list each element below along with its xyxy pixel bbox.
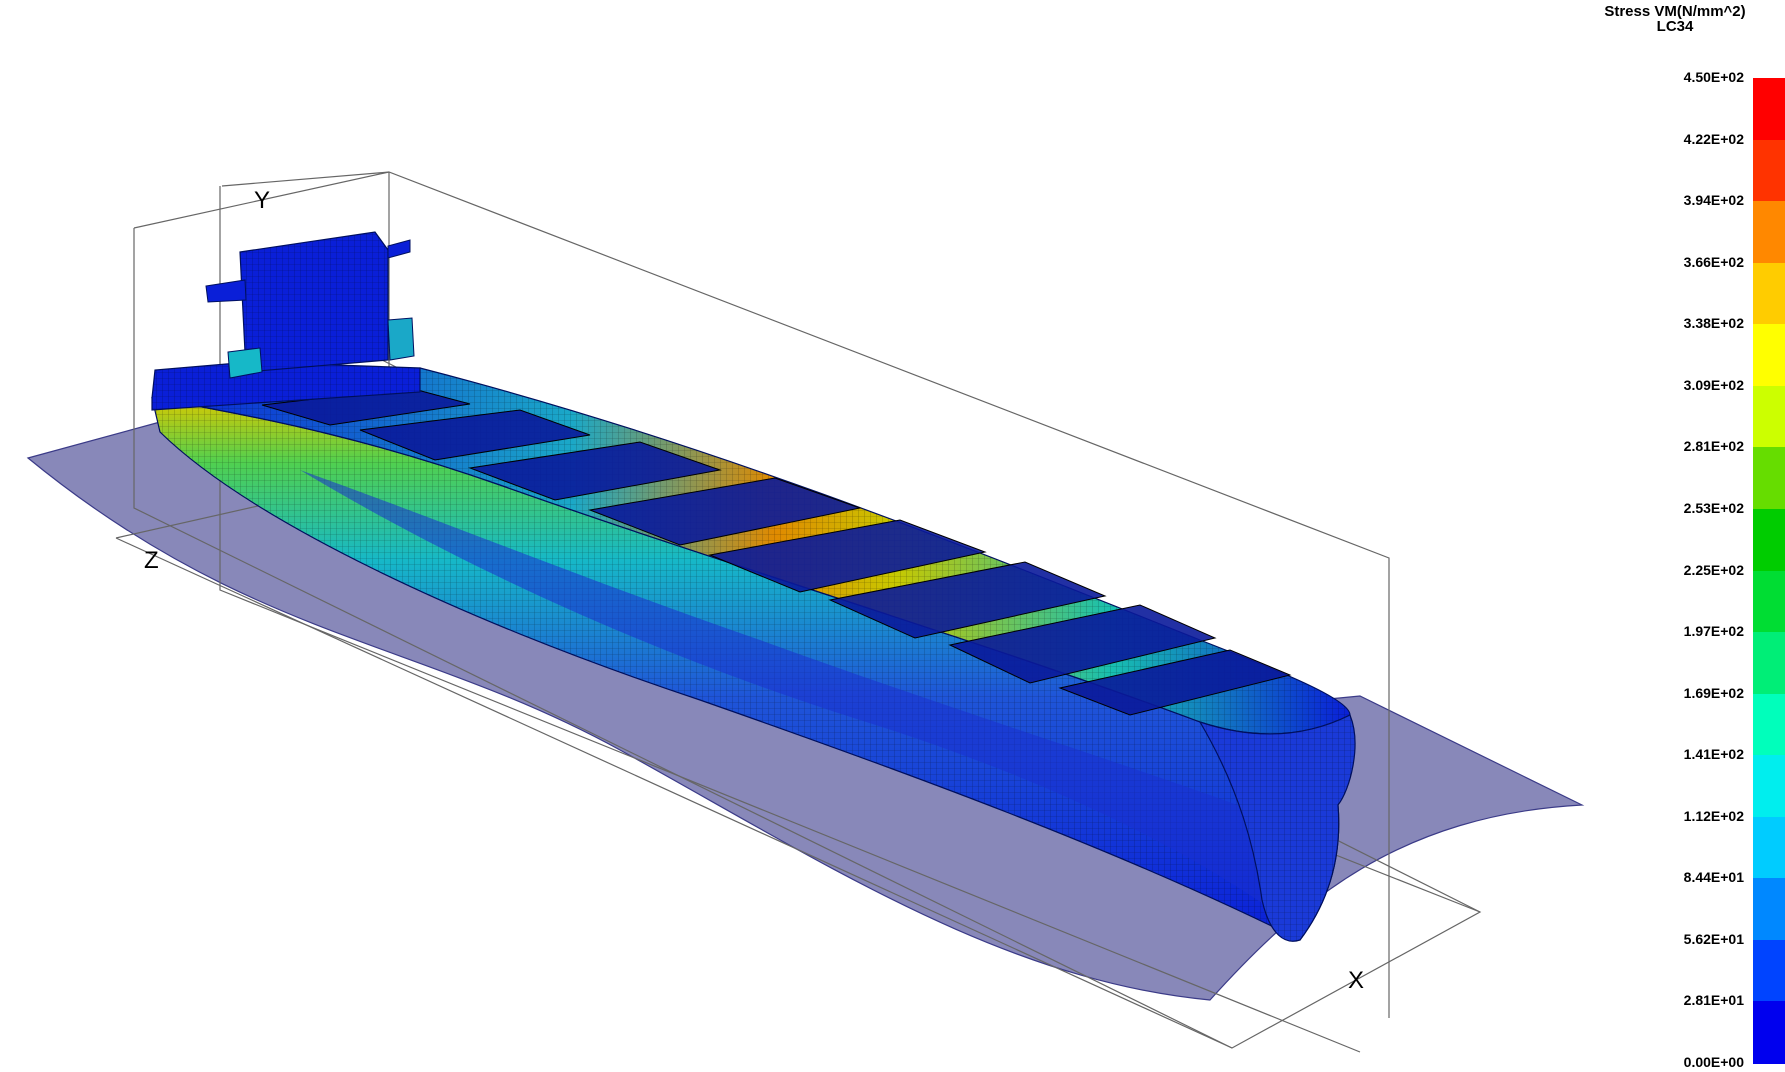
legend-quantity: Stress VM(N/mm^2) bbox=[1604, 3, 1746, 20]
color-band bbox=[1753, 939, 1785, 1002]
color-band bbox=[1753, 447, 1785, 510]
color-scale-tick-label: 2.53E+02 bbox=[1683, 499, 1744, 516]
color-band bbox=[1753, 385, 1785, 448]
color-scale-tick-label: 1.12E+02 bbox=[1683, 807, 1744, 824]
color-band bbox=[1753, 816, 1785, 879]
color-scale-tick-label: 5.62E+01 bbox=[1683, 930, 1744, 947]
color-band bbox=[1753, 78, 1785, 141]
color-scale-tick-label: 2.81E+02 bbox=[1683, 438, 1744, 455]
color-scale-tick-label: 1.69E+02 bbox=[1683, 684, 1744, 701]
color-scale-tick-label: 3.38E+02 bbox=[1683, 315, 1744, 332]
color-scale-tick-label: 4.50E+02 bbox=[1683, 69, 1744, 85]
color-scale-tick-label: 3.09E+02 bbox=[1683, 376, 1744, 393]
color-band bbox=[1753, 201, 1785, 264]
color-band bbox=[1753, 508, 1785, 571]
color-scale-tick-label: 1.97E+02 bbox=[1683, 623, 1744, 640]
color-band bbox=[1753, 693, 1785, 756]
axis-label-x: X bbox=[1348, 967, 1364, 994]
color-band bbox=[1753, 139, 1785, 202]
axis-label-z: Z bbox=[144, 547, 159, 574]
color-scale-tick-label: 1.41E+02 bbox=[1683, 746, 1744, 763]
color-band bbox=[1753, 324, 1785, 387]
color-scale-tick-label: 8.44E+01 bbox=[1683, 869, 1744, 886]
model-viewport[interactable]: Y Z X bbox=[0, 0, 1785, 1072]
color-scale-tick-label: 2.81E+01 bbox=[1683, 992, 1744, 1009]
axis-label-y: Y bbox=[254, 187, 270, 214]
color-scale-tick-label: 3.66E+02 bbox=[1683, 253, 1744, 270]
legend-title: Stress VM(N/mm^2) LC34 bbox=[1570, 4, 1780, 34]
color-band bbox=[1753, 570, 1785, 633]
superstructure bbox=[205, 231, 415, 379]
color-scale-bar bbox=[1753, 78, 1785, 1064]
color-band bbox=[1753, 262, 1785, 325]
color-scale-tick-label: 0.00E+00 bbox=[1683, 1054, 1744, 1070]
color-scale-tick-label: 4.22E+02 bbox=[1683, 130, 1744, 147]
color-scale-tick-label: 3.94E+02 bbox=[1683, 192, 1744, 209]
legend-load-case: LC34 bbox=[1656, 18, 1694, 35]
color-scale-tick-label: 2.25E+02 bbox=[1683, 561, 1744, 578]
color-band bbox=[1753, 878, 1785, 941]
color-band bbox=[1753, 755, 1785, 818]
color-band bbox=[1753, 1001, 1785, 1064]
color-band bbox=[1753, 632, 1785, 695]
